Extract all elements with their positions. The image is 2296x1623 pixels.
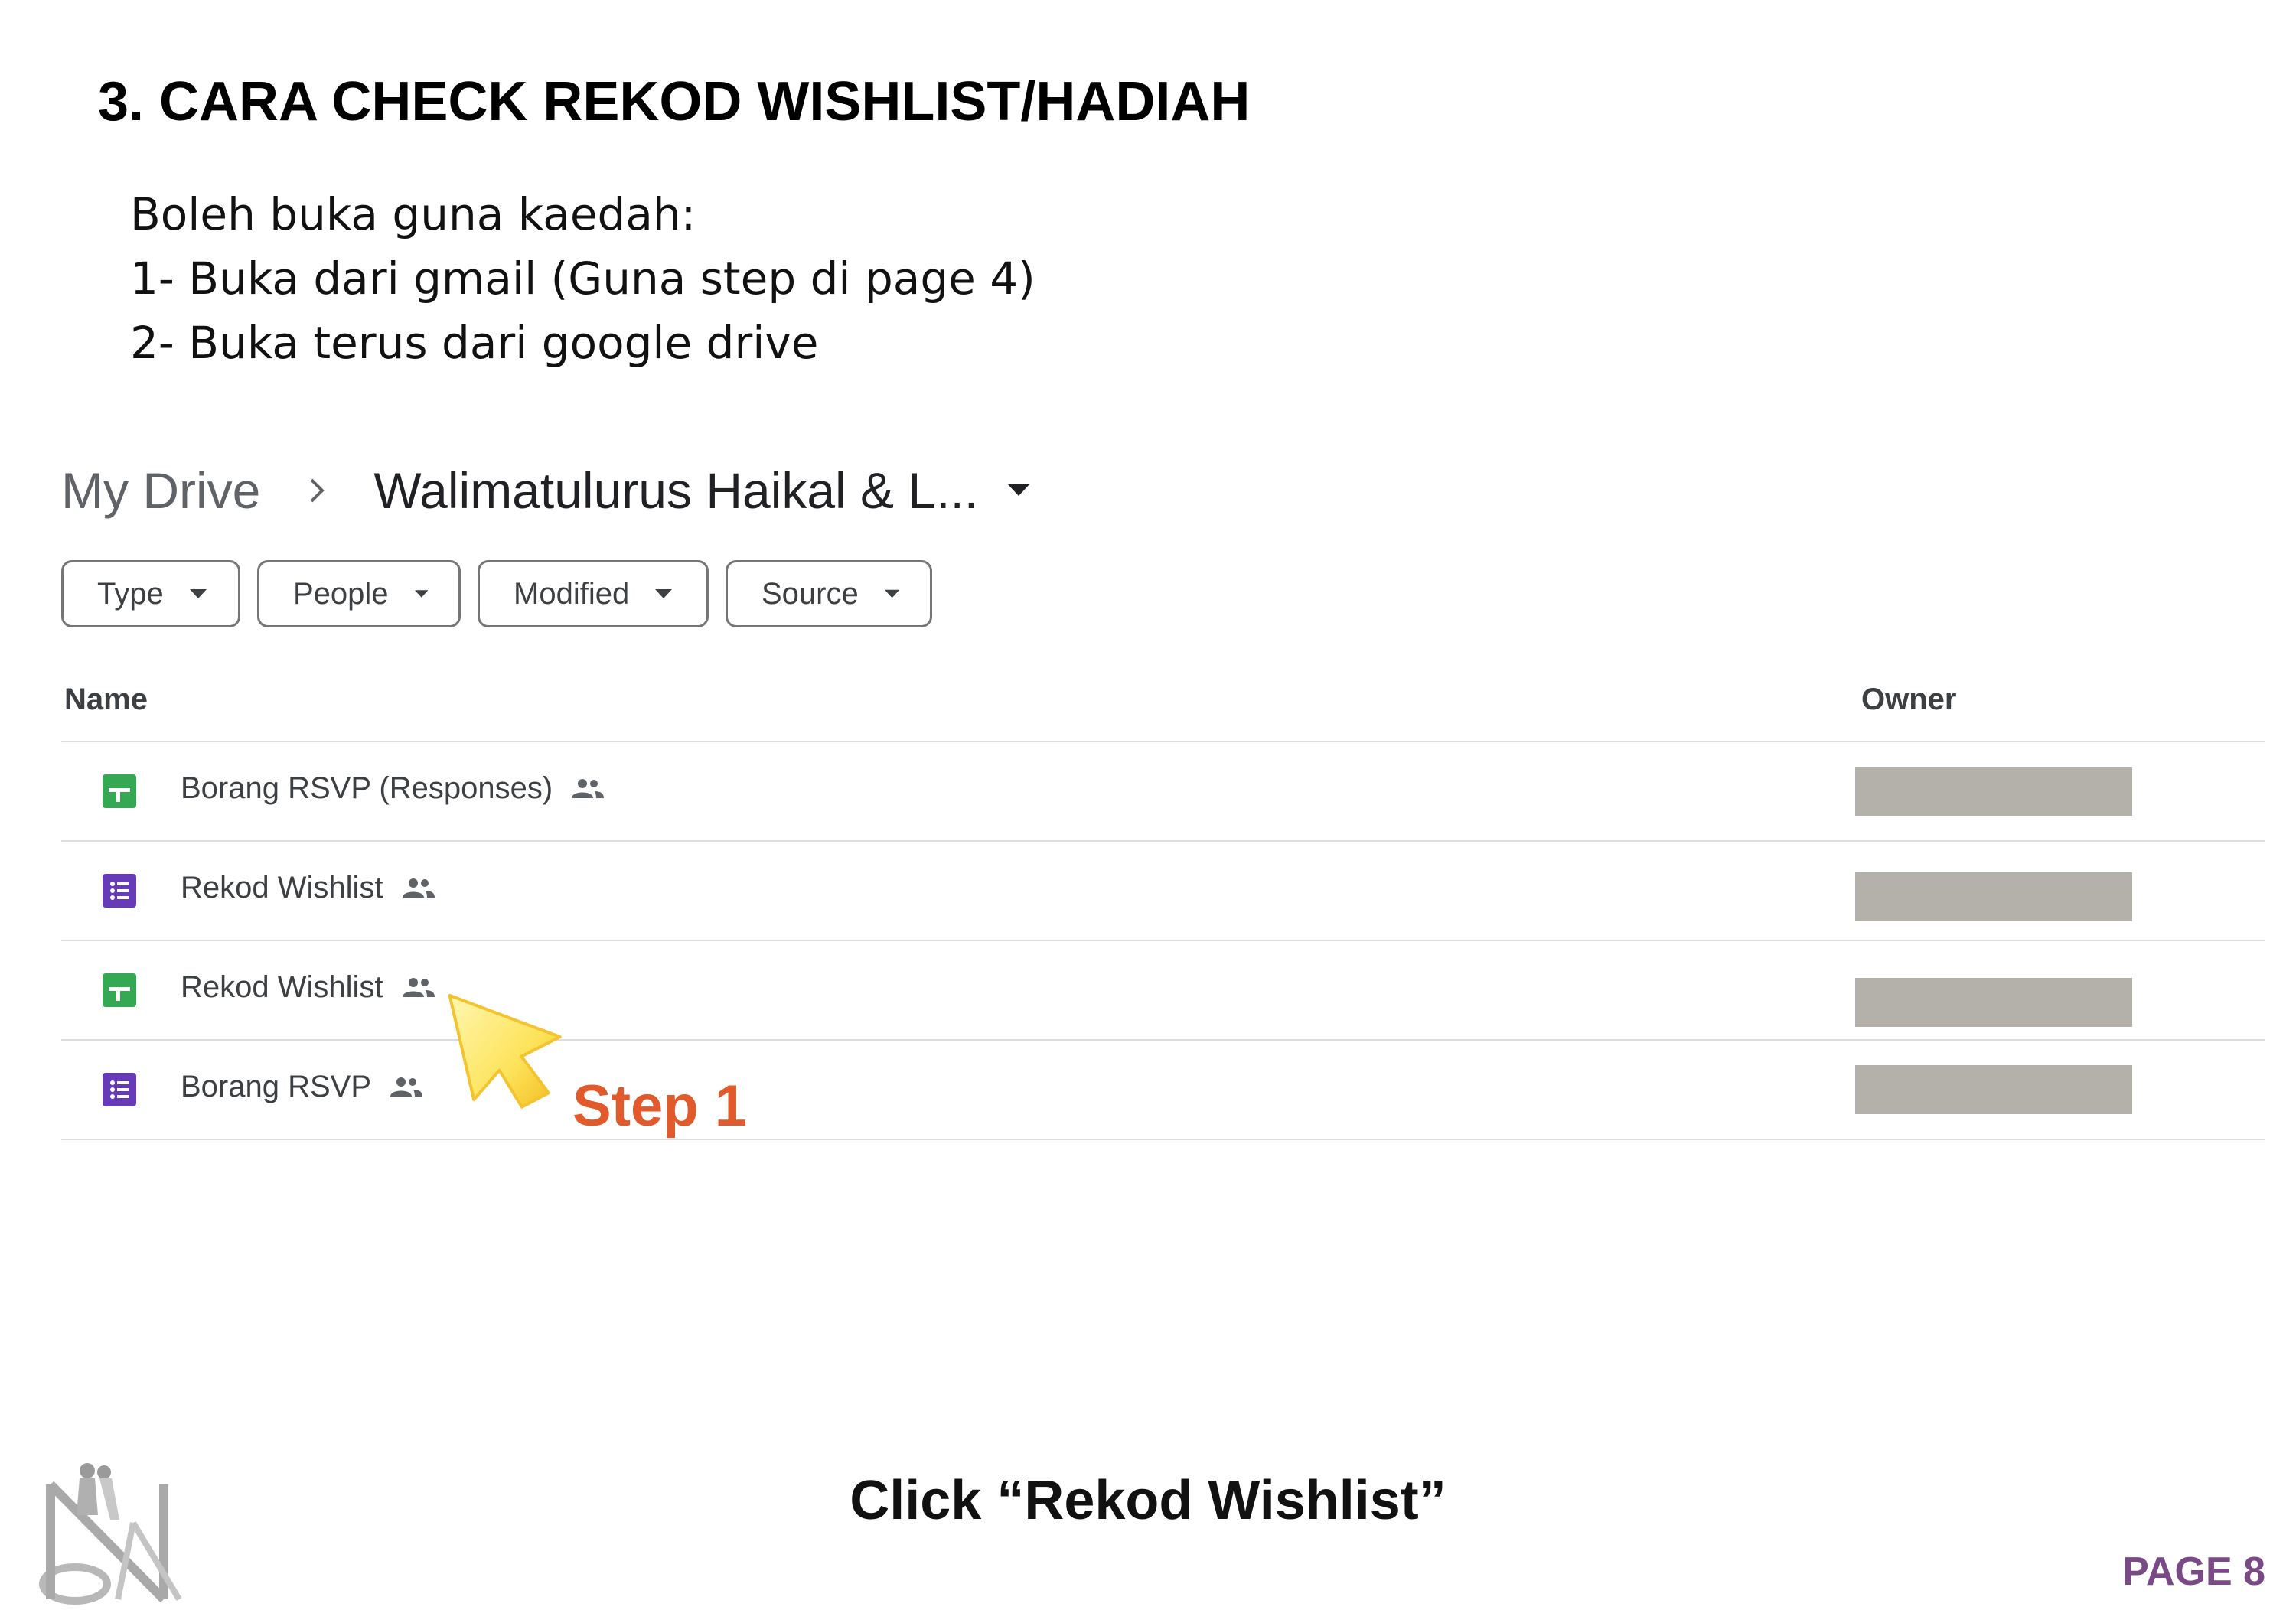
filter-label: People bbox=[293, 576, 389, 611]
file-row[interactable]: Rekod Wishlist bbox=[61, 842, 2265, 941]
chevron-right-icon bbox=[308, 475, 328, 506]
owner-redacted bbox=[1855, 1065, 2132, 1114]
breadcrumb-my-drive[interactable]: My Drive bbox=[61, 461, 260, 520]
arrow-drop-down-icon bbox=[414, 590, 428, 598]
people-icon bbox=[400, 878, 435, 899]
breadcrumb: My Drive Walimatulurus Haikal & L... bbox=[61, 456, 1031, 525]
owner-redacted bbox=[1855, 978, 2132, 1027]
intro-line-3: 2- Buka terus dari google drive bbox=[130, 317, 819, 369]
instruction-text: Click “Rekod Wishlist” bbox=[850, 1470, 1446, 1531]
filter-label: Source bbox=[762, 576, 859, 611]
file-name-cell: Borang RSVP (Responses) bbox=[181, 771, 605, 806]
monogram-logo bbox=[39, 1463, 182, 1605]
file-name-cell: Rekod Wishlist bbox=[181, 970, 435, 1005]
file-name: Borang RSVP (Responses) bbox=[181, 771, 553, 805]
filter-people-chip[interactable]: People bbox=[257, 560, 461, 627]
breadcrumb-current-folder[interactable]: Walimatulurus Haikal & L... bbox=[373, 461, 978, 520]
google-forms-icon bbox=[103, 1073, 136, 1106]
file-list-header: Name Owner bbox=[61, 683, 2265, 742]
filter-chips: Type People Modified Source bbox=[61, 560, 949, 627]
intro-line-1: Boleh buka guna kaedah: bbox=[130, 188, 696, 240]
file-row[interactable]: Borang RSVP bbox=[61, 1041, 2265, 1140]
step-1-label: Step 1 bbox=[572, 1074, 748, 1139]
filter-label: Modified bbox=[514, 576, 630, 611]
google-forms-icon bbox=[103, 874, 136, 908]
filter-label: Type bbox=[97, 576, 164, 611]
arrow-drop-down-icon[interactable] bbox=[1007, 484, 1031, 497]
filter-type-chip[interactable]: Type bbox=[61, 560, 240, 627]
file-name: Borang RSVP bbox=[181, 1070, 372, 1103]
filter-source-chip[interactable]: Source bbox=[726, 560, 932, 627]
intro-line-2: 1- Buka dari gmail (Guna step di page 4) bbox=[130, 253, 1035, 305]
people-icon bbox=[569, 778, 605, 800]
people-icon bbox=[400, 977, 435, 999]
file-name: Rekod Wishlist bbox=[181, 871, 383, 904]
cursor-arrow-icon bbox=[448, 993, 562, 1109]
arrow-drop-down-icon bbox=[884, 589, 899, 598]
page-heading: 3. CARA CHECK REKOD WISHLIST/HADIAH bbox=[98, 71, 1251, 132]
page-number: PAGE 8 bbox=[2122, 1550, 2265, 1594]
people-icon bbox=[388, 1077, 423, 1098]
google-sheets-icon bbox=[103, 973, 136, 1007]
intro-text: Boleh buka guna kaedah: 1- Buka dari gma… bbox=[130, 182, 1035, 375]
google-sheets-icon bbox=[103, 774, 136, 808]
file-name: Rekod Wishlist bbox=[181, 970, 383, 1004]
arrow-drop-down-icon bbox=[189, 589, 207, 598]
owner-redacted bbox=[1855, 767, 2132, 816]
arrow-drop-down-icon bbox=[655, 589, 673, 598]
column-header-owner[interactable]: Owner bbox=[1861, 683, 1956, 717]
file-row[interactable]: Borang RSVP (Responses) bbox=[61, 742, 2265, 842]
file-name-cell: Rekod Wishlist bbox=[181, 871, 435, 905]
file-name-cell: Borang RSVP bbox=[181, 1070, 423, 1104]
owner-redacted bbox=[1855, 872, 2132, 921]
column-header-name[interactable]: Name bbox=[64, 683, 148, 717]
file-row-target[interactable]: Rekod Wishlist bbox=[61, 941, 2265, 1041]
filter-modified-chip[interactable]: Modified bbox=[478, 560, 709, 627]
